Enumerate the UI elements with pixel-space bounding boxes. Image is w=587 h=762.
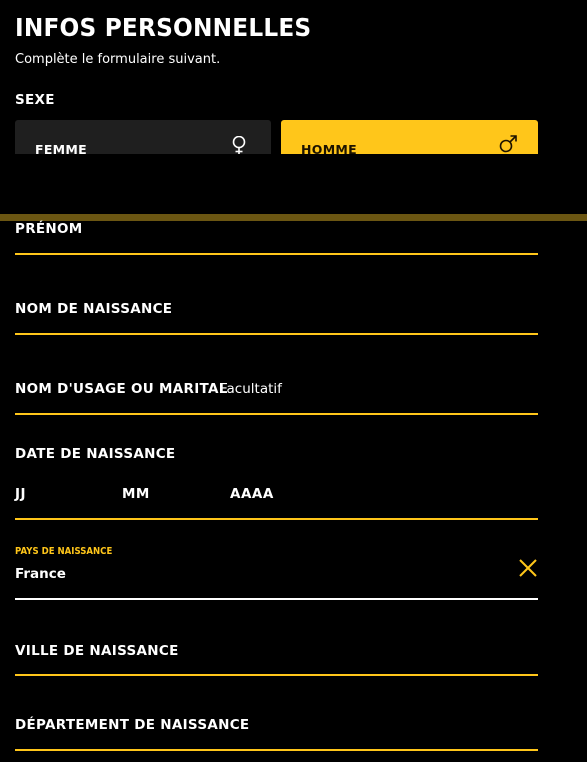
pays-naissance-value: France xyxy=(15,566,66,582)
page-title: INFOS PERSONNELLES xyxy=(15,13,312,42)
ville-naissance-field[interactable]: VILLE DE NAISSANCE xyxy=(15,636,538,676)
prenom-field[interactable]: PRÉNOM xyxy=(15,214,538,255)
nom-usage-label: NOM D'USAGE OU MARITAL xyxy=(15,381,228,397)
page-subtitle: Complète le formulaire suivant. xyxy=(15,52,221,67)
gender-option-femme-label: FEMME xyxy=(35,142,87,154)
male-symbol-icon xyxy=(499,135,517,153)
ville-naissance-label: VILLE DE NAISSANCE xyxy=(15,643,179,659)
nom-usage-field[interactable]: NOM D'USAGE OU MARITAL Facultatif xyxy=(15,374,538,415)
pays-naissance-field[interactable]: PAYS DE NAISSANCE France xyxy=(15,544,538,600)
female-symbol-icon xyxy=(232,136,246,154)
optional-hint: Facultatif xyxy=(220,381,282,397)
gender-option-homme-label: HOMME xyxy=(301,142,358,154)
nom-naissance-label: NOM DE NAISSANCE xyxy=(15,301,173,317)
gender-option-homme[interactable]: HOMME xyxy=(281,120,538,154)
pays-naissance-label: PAYS DE NAISSANCE xyxy=(15,546,113,557)
prenom-label: PRÉNOM xyxy=(15,221,83,237)
day-input[interactable]: JJ xyxy=(15,486,26,502)
nom-naissance-field[interactable]: NOM DE NAISSANCE xyxy=(15,294,538,335)
month-input[interactable]: MM xyxy=(122,486,150,502)
departement-naissance-label: DÉPARTEMENT DE NAISSANCE xyxy=(15,717,250,733)
departement-naissance-field[interactable]: DÉPARTEMENT DE NAISSANCE xyxy=(15,710,538,751)
date-naissance-field: JJ MM AAAA xyxy=(15,480,538,520)
date-naissance-label: DATE DE NAISSANCE xyxy=(15,446,176,462)
gender-option-femme[interactable]: FEMME xyxy=(15,120,271,154)
sexe-label: SEXE xyxy=(15,92,55,108)
close-icon[interactable] xyxy=(518,558,538,578)
year-input[interactable]: AAAA xyxy=(230,486,274,502)
